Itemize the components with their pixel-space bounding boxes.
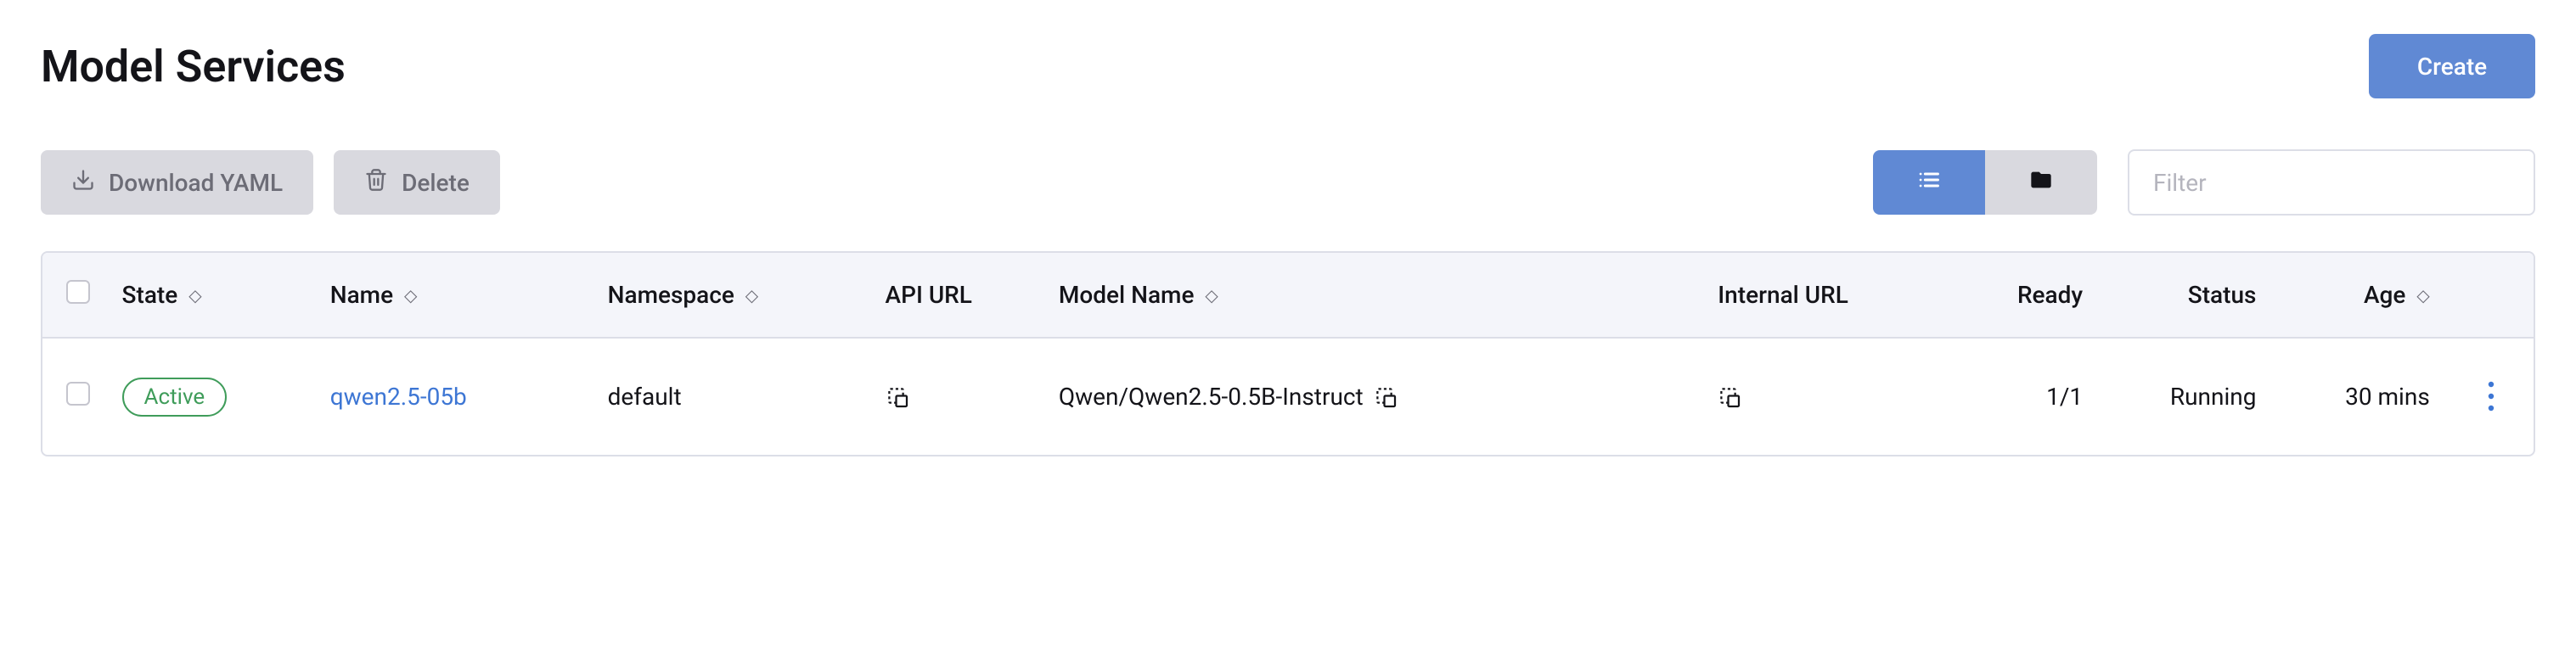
- row-actions-menu-button[interactable]: [2476, 376, 2506, 417]
- age-value: 30 mins: [2345, 383, 2430, 411]
- column-header-api-url[interactable]: API URL: [869, 253, 1042, 338]
- copy-model-name-icon[interactable]: [1374, 383, 1399, 412]
- column-header-ready-label: Ready: [2017, 281, 2083, 309]
- column-header-status[interactable]: Status: [2100, 253, 2273, 338]
- trash-icon: [364, 168, 388, 198]
- model-services-table: State ◇ Name ◇ Namespace ◇ API URL: [41, 251, 2535, 456]
- page-title: Model Services: [41, 41, 346, 92]
- column-header-name[interactable]: Name ◇: [313, 253, 591, 338]
- filter-input[interactable]: [2128, 149, 2535, 216]
- column-header-status-label: Status: [2188, 281, 2257, 309]
- folder-view-button[interactable]: [1985, 150, 2097, 215]
- table-header-row: State ◇ Name ◇ Namespace ◇ API URL: [42, 253, 2534, 338]
- column-header-model-name-label: Model Name: [1059, 281, 1195, 309]
- download-icon: [71, 168, 95, 198]
- column-header-model-name[interactable]: Model Name ◇: [1042, 253, 1701, 338]
- sort-icon: ◇: [404, 287, 417, 304]
- table-row: Active qwen2.5-05b default: [42, 338, 2534, 455]
- sort-icon: ◇: [2416, 287, 2429, 304]
- view-toggle: [1873, 150, 2097, 215]
- create-button[interactable]: Create: [2369, 34, 2535, 98]
- row-checkbox[interactable]: [66, 382, 90, 406]
- sort-icon: ◇: [745, 287, 758, 304]
- ready-value: 1/1: [2046, 383, 2083, 411]
- column-header-ready[interactable]: Ready: [1943, 253, 2100, 338]
- copy-internal-url-icon[interactable]: [1718, 383, 1743, 411]
- select-all-checkbox[interactable]: [66, 280, 90, 304]
- folder-icon: [2029, 168, 2053, 198]
- column-header-state-label: State: [122, 281, 178, 309]
- list-icon: [1917, 168, 1941, 198]
- download-yaml-button[interactable]: Download YAML: [41, 150, 313, 215]
- model-name-value: Qwen/Qwen2.5-0.5B-Instruct: [1059, 383, 1364, 411]
- status-badge: Active: [122, 378, 228, 417]
- column-header-internal-url[interactable]: Internal URL: [1701, 253, 1943, 338]
- model-service-name-link[interactable]: qwen2.5-05b: [330, 383, 467, 411]
- column-header-namespace-label: Namespace: [608, 281, 734, 309]
- copy-api-url-icon[interactable]: [886, 383, 911, 411]
- column-header-age[interactable]: Age ◇: [2273, 253, 2446, 338]
- status-value: Running: [2170, 383, 2257, 411]
- column-header-api-url-label: API URL: [886, 281, 972, 309]
- list-view-button[interactable]: [1873, 150, 1985, 215]
- download-yaml-label: Download YAML: [109, 169, 283, 197]
- delete-label: Delete: [402, 169, 470, 197]
- column-header-state[interactable]: State ◇: [105, 253, 313, 338]
- column-header-name-label: Name: [330, 281, 393, 309]
- column-header-age-label: Age: [2364, 281, 2405, 309]
- namespace-value: default: [608, 383, 682, 411]
- delete-button[interactable]: Delete: [334, 150, 500, 215]
- column-header-namespace[interactable]: Namespace ◇: [591, 253, 869, 338]
- column-header-internal-url-label: Internal URL: [1718, 281, 1848, 309]
- sort-icon: ◇: [1205, 287, 1218, 304]
- sort-icon: ◇: [188, 287, 201, 304]
